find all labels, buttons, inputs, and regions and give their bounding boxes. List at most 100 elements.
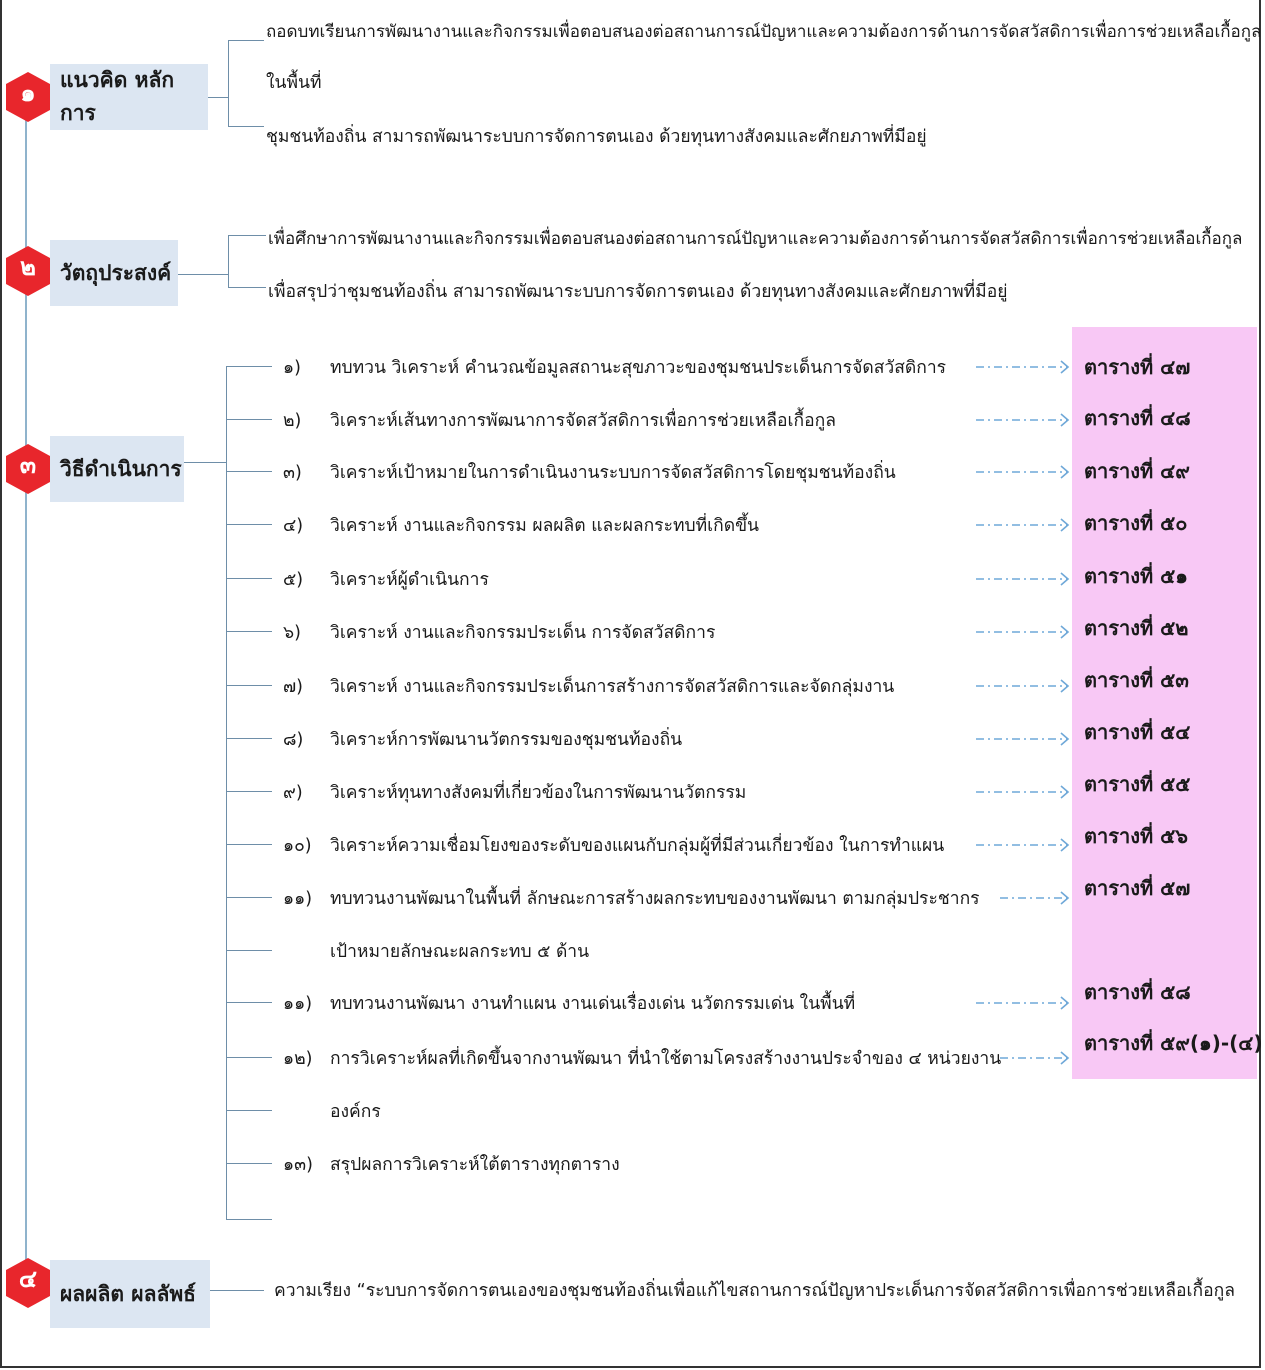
section-4-label: ผลผลิต ผลลัพธ์ bbox=[50, 1260, 210, 1328]
dashed-arrow-icon bbox=[976, 679, 1070, 693]
dashed-arrow-icon bbox=[976, 838, 1070, 852]
table-reference: ตารางที่ ๕๒ bbox=[1084, 616, 1189, 640]
principle-line-3: ชุมชนท้องถิ่น สามารถพัฒนาระบบการจัดการตน… bbox=[266, 127, 927, 147]
step-number: ๖) bbox=[283, 623, 301, 643]
step-number: ๑๑) bbox=[283, 889, 313, 909]
step-connector bbox=[226, 1057, 272, 1058]
step-connector bbox=[226, 419, 272, 420]
step-text: วิเคราะห์การพัฒนานวัตกรรมของชุมชนท้องถิ่… bbox=[330, 730, 683, 750]
step-connector bbox=[226, 578, 272, 579]
step-connector bbox=[226, 1002, 272, 1003]
section-3-label: วิธีดำเนินการ bbox=[50, 436, 184, 502]
step-number: ๒) bbox=[283, 411, 302, 431]
step-text: วิเคราะห์ งานและกิจกรรมประเด็นการสร้างกา… bbox=[330, 677, 895, 697]
connector bbox=[228, 126, 264, 127]
step-number: ๘) bbox=[283, 730, 304, 750]
step-number: ๑๓) bbox=[283, 1155, 313, 1175]
section-2-number: ๒ bbox=[20, 253, 36, 281]
step-text: วิเคราะห์เส้นทางการพัฒนาการจัดสวัสดิการเ… bbox=[330, 411, 836, 431]
step-connector bbox=[226, 950, 272, 951]
step-connector bbox=[226, 1163, 272, 1164]
connector bbox=[228, 40, 264, 41]
section-1-number: ๑ bbox=[20, 79, 36, 107]
step-text: ทบทวน วิเคราะห์ คำนวณข้อมูลสถานะสุขภาวะข… bbox=[330, 358, 947, 378]
connector bbox=[228, 235, 266, 236]
table-reference: ตารางที่ ๕๖ bbox=[1084, 824, 1188, 848]
dashed-arrow-icon bbox=[976, 785, 1070, 799]
principle-line-1: ถอดบทเรียนการพัฒนางานและกิจกรรมเพื่อตอบส… bbox=[266, 22, 1262, 42]
step-connector bbox=[226, 366, 272, 367]
table-reference: ตารางที่ ๕๗ bbox=[1084, 876, 1191, 900]
step-connector bbox=[226, 471, 272, 472]
dashed-arrow-icon bbox=[976, 732, 1070, 746]
step-number: ๑๑) bbox=[283, 994, 313, 1014]
connector bbox=[228, 287, 266, 288]
table-reference: ตารางที่ ๕๔ bbox=[1084, 720, 1191, 744]
dashed-arrow-icon bbox=[976, 996, 1070, 1010]
step-connector bbox=[226, 844, 272, 845]
table-reference: ตารางที่ ๕๘ bbox=[1084, 980, 1191, 1004]
step-text: วิเคราะห์เป้าหมายในการดำเนินงานระบบการจั… bbox=[330, 463, 896, 483]
objective-line-1: เพื่อศึกษาการพัฒนางานและกิจกรรมเพื่อตอบส… bbox=[268, 229, 1243, 249]
step-text-continued: เป้าหมายลักษณะผลกระทบ ๕ ด้าน bbox=[330, 942, 590, 962]
step-text: ทบทวนงานพัฒนาในพื้นที่ ลักษณะการสร้างผลก… bbox=[330, 889, 980, 909]
step-connector bbox=[226, 897, 272, 898]
table-reference: ตารางที่ ๕๓ bbox=[1084, 668, 1189, 692]
table-reference: ตารางที่ ๕๙(๑)-(๔) bbox=[1084, 1031, 1263, 1055]
connector bbox=[210, 1290, 264, 1291]
table-reference: ตารางที่ ๔๙ bbox=[1084, 459, 1190, 483]
section-1-marker: ๑ bbox=[6, 72, 50, 122]
step-connector bbox=[226, 1110, 272, 1111]
dashed-arrow-icon bbox=[1000, 1051, 1070, 1065]
dashed-arrow-icon bbox=[976, 518, 1070, 532]
table-reference: ตารางที่ ๕๕ bbox=[1084, 772, 1191, 796]
table-reference-panel bbox=[1072, 327, 1257, 1079]
principle-line-2: ในพื้นที่ bbox=[266, 73, 322, 93]
step-connector bbox=[226, 738, 272, 739]
dashed-arrow-icon bbox=[1000, 891, 1070, 905]
dashed-arrow-icon bbox=[976, 625, 1070, 639]
dashed-arrow-icon bbox=[976, 413, 1070, 427]
section-3-number: ๓ bbox=[19, 451, 37, 479]
step-number: ๑) bbox=[283, 358, 301, 378]
method-bracket bbox=[226, 366, 227, 1219]
step-text: วิเคราะห์ งานและกิจกรรมประเด็น การจัดสวั… bbox=[330, 623, 716, 643]
table-reference: ตารางที่ ๔๘ bbox=[1084, 406, 1191, 430]
step-text-continued: องค์กร bbox=[330, 1102, 381, 1122]
section-4-marker: ๔ bbox=[6, 1258, 50, 1308]
step-connector bbox=[226, 685, 272, 686]
step-number: ๙) bbox=[283, 783, 303, 803]
bracket bbox=[228, 235, 229, 287]
step-text: วิเคราะห์ทุนทางสังคมที่เกี่ยวข้องในการพั… bbox=[330, 783, 747, 803]
section-3-marker: ๓ bbox=[6, 444, 50, 494]
bracket bbox=[228, 40, 229, 126]
dashed-arrow-icon bbox=[976, 465, 1070, 479]
output-line-1: ความเรียง “ระบบการจัดการตนเองของชุมชนท้อ… bbox=[274, 1281, 1235, 1301]
table-reference: ตารางที่ ๔๗ bbox=[1084, 355, 1191, 379]
step-number: ๗) bbox=[283, 677, 303, 697]
step-connector bbox=[226, 791, 272, 792]
section-2-label: วัตถุประสงค์ bbox=[50, 240, 178, 306]
step-text: สรุปผลการวิเคราะห์ใต้ตารางทุกตาราง bbox=[330, 1155, 620, 1175]
table-reference: ตารางที่ ๕๐ bbox=[1084, 511, 1188, 535]
step-text: การวิเคราะห์ผลที่เกิดขึ้นจากงานพัฒนา ที่… bbox=[330, 1049, 1002, 1069]
connector bbox=[184, 462, 226, 463]
step-connector bbox=[226, 1219, 272, 1220]
step-number: ๕) bbox=[283, 570, 304, 590]
step-number: ๓) bbox=[283, 463, 302, 483]
step-text: วิเคราะห์ผู้ดำเนินการ bbox=[330, 570, 489, 590]
step-text: วิเคราะห์ความเชื่อมโยงของระดับของแผนกับก… bbox=[330, 836, 945, 856]
objective-line-2: เพื่อสรุปว่าชุมชนท้องถิ่น สามารถพัฒนาระบ… bbox=[268, 282, 1008, 302]
step-text: ทบทวนงานพัฒนา งานทำแผน งานเด่นเรื่องเด่น… bbox=[330, 994, 856, 1014]
step-number: ๑๐) bbox=[283, 836, 312, 856]
dashed-arrow-icon bbox=[976, 572, 1070, 586]
step-text: วิเคราะห์ งานและกิจกรรม ผลผลิต และผลกระท… bbox=[330, 516, 760, 536]
table-reference: ตารางที่ ๕๑ bbox=[1084, 564, 1188, 588]
connector bbox=[178, 274, 228, 275]
section-1-label: แนวคิด หลักการ bbox=[50, 64, 208, 130]
step-number: ๑๒) bbox=[283, 1049, 313, 1069]
section-4-number: ๔ bbox=[18, 1265, 38, 1293]
section-2-marker: ๒ bbox=[6, 246, 50, 296]
dashed-arrow-icon bbox=[976, 360, 1070, 374]
connector bbox=[208, 97, 228, 98]
